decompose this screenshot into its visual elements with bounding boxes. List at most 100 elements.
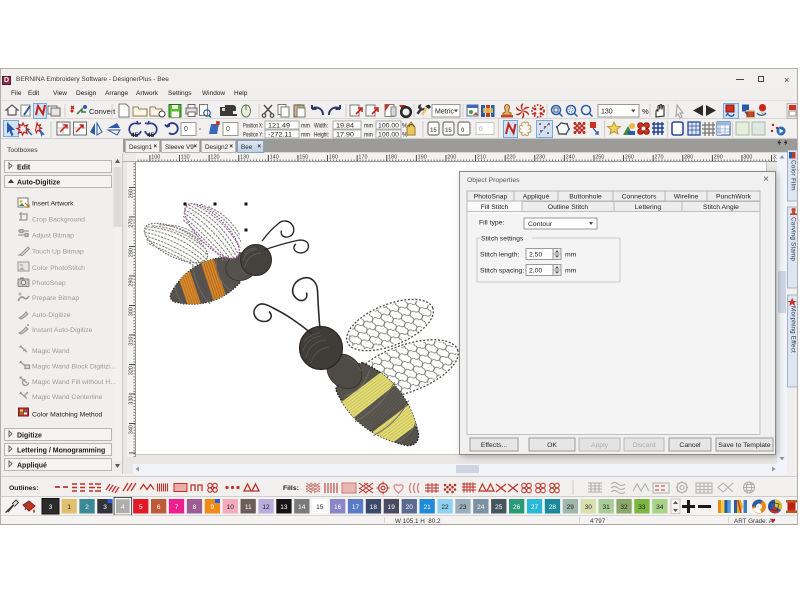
svg-text:15: 15 [316,504,324,511]
svg-text:mm: mm [301,132,310,139]
svg-text:120: 120 [210,155,219,161]
svg-text:130: 130 [601,109,613,116]
svg-text:mm: mm [364,132,373,139]
svg-text:280: 280 [129,248,135,257]
svg-text:3: 3 [49,504,53,511]
svg-text:250: 250 [595,155,604,161]
svg-text:150: 150 [299,155,308,161]
svg-text:Effects...: Effects... [481,442,507,449]
svg-text:PunchWork: PunchWork [716,194,752,201]
svg-text:Stitch spacing:: Stitch spacing: [480,268,524,275]
svg-text:Contour: Contour [528,221,553,228]
svg-text:Appliqué: Appliqué [17,463,47,470]
svg-text:300: 300 [743,155,752,161]
svg-text:Stitch Angle: Stitch Angle [703,204,739,211]
svg-text:100: 100 [151,155,160,161]
svg-text:2.50: 2.50 [529,252,542,259]
svg-text:Lettering: Lettering [635,204,662,211]
svg-text:19: 19 [388,504,396,511]
svg-text:0: 0 [226,126,230,133]
svg-text:mm: mm [565,252,577,259]
svg-text:12: 12 [262,504,270,511]
svg-text:26: 26 [513,504,521,511]
svg-text:260: 260 [625,155,634,161]
svg-text:17.90: 17.90 [336,132,355,139]
svg-text:14: 14 [298,504,306,511]
svg-text:170: 170 [358,155,367,161]
svg-text:3: 3 [103,504,107,511]
svg-text:19.84: 19.84 [336,123,355,130]
svg-text:200: 200 [447,155,456,161]
svg-text:24: 24 [477,504,485,511]
svg-text:290: 290 [129,278,135,287]
svg-text:2.00: 2.00 [529,268,542,275]
svg-text:220: 220 [506,155,515,161]
svg-text:27: 27 [531,504,539,511]
svg-text:15: 15 [430,128,437,134]
svg-text:16: 16 [334,504,342,511]
svg-text:11: 11 [245,504,252,511]
svg-text:OK: OK [547,442,557,449]
svg-text:45: 45 [131,132,139,139]
svg-text:Digitize: Digitize [17,433,42,440]
svg-text:15: 15 [445,128,452,134]
svg-text:7: 7 [175,504,179,511]
svg-text:Save to Template: Save to Template [718,442,771,449]
svg-text:23: 23 [459,504,467,511]
svg-text:mm: mm [301,123,310,130]
svg-text:6: 6 [157,504,161,511]
svg-text:31: 31 [602,504,610,511]
svg-text:230: 230 [536,155,545,161]
svg-text:Discard: Discard [632,442,655,449]
svg-text:Color Matching Method: Color Matching Method [32,412,102,419]
svg-text:Magic Wand Fill without H...: Magic Wand Fill without H... [32,379,116,386]
svg-text:Connectors: Connectors [622,194,657,201]
svg-text:100.00: 100.00 [378,132,400,139]
svg-text:Auto-Digitize: Auto-Digitize [32,312,71,319]
svg-text:Buttonhole: Buttonhole [569,194,602,201]
svg-text:1: 1 [67,504,71,511]
svg-text:260: 260 [129,189,135,198]
svg-text:Appliqué: Appliqué [523,194,550,201]
svg-text:5: 5 [139,504,143,511]
svg-text:Color PhotoStitch: Color PhotoStitch [32,265,85,272]
svg-text:-272.11: -272.11 [268,132,293,139]
svg-text:100.00: 100.00 [378,123,400,130]
svg-text:32: 32 [620,504,628,511]
svg-text:140: 140 [270,155,279,161]
svg-text:121.49: 121.49 [268,123,291,130]
svg-text:Prepare Bitmap: Prepare Bitmap [32,295,79,302]
svg-text:Position X:: Position X: [243,123,263,130]
svg-text:320: 320 [129,366,135,375]
svg-text:270: 270 [654,155,663,161]
svg-text:290: 290 [714,155,723,161]
svg-text:310: 310 [129,337,135,346]
svg-text:Apply: Apply [591,442,609,449]
svg-text:130: 130 [240,155,249,161]
svg-text:21: 21 [423,504,431,511]
svg-text:330: 330 [129,396,135,405]
svg-text:18: 18 [370,504,378,511]
svg-text:340: 340 [129,425,135,434]
svg-text:10: 10 [227,504,235,511]
svg-text:34: 34 [656,504,664,511]
svg-text:Fills:: Fills: [283,485,299,492]
svg-text:Instant Auto-Digitize: Instant Auto-Digitize [32,327,93,334]
svg-text:Fill Stitch: Fill Stitch [481,204,509,211]
svg-text:Outline Stitch: Outline Stitch [548,204,589,211]
svg-text:Height:: Height: [314,132,329,139]
svg-text:110: 110 [181,155,190,161]
svg-text:4: 4 [121,504,125,511]
svg-text:Stitch settings: Stitch settings [481,236,524,243]
svg-text:25: 25 [495,504,503,511]
svg-text:28: 28 [549,504,557,511]
svg-text:270: 270 [129,219,135,228]
svg-text:240: 240 [566,155,575,161]
svg-text:17: 17 [352,504,360,511]
svg-text:Wireline: Wireline [674,194,699,201]
svg-text:Fill type:: Fill type: [479,220,504,227]
svg-text:Magic Wand Centerline: Magic Wand Centerline [32,394,103,401]
svg-text:Cancel: Cancel [679,442,701,449]
svg-text:45: 45 [147,132,155,139]
svg-text:Position Y:: Position Y: [243,132,263,139]
